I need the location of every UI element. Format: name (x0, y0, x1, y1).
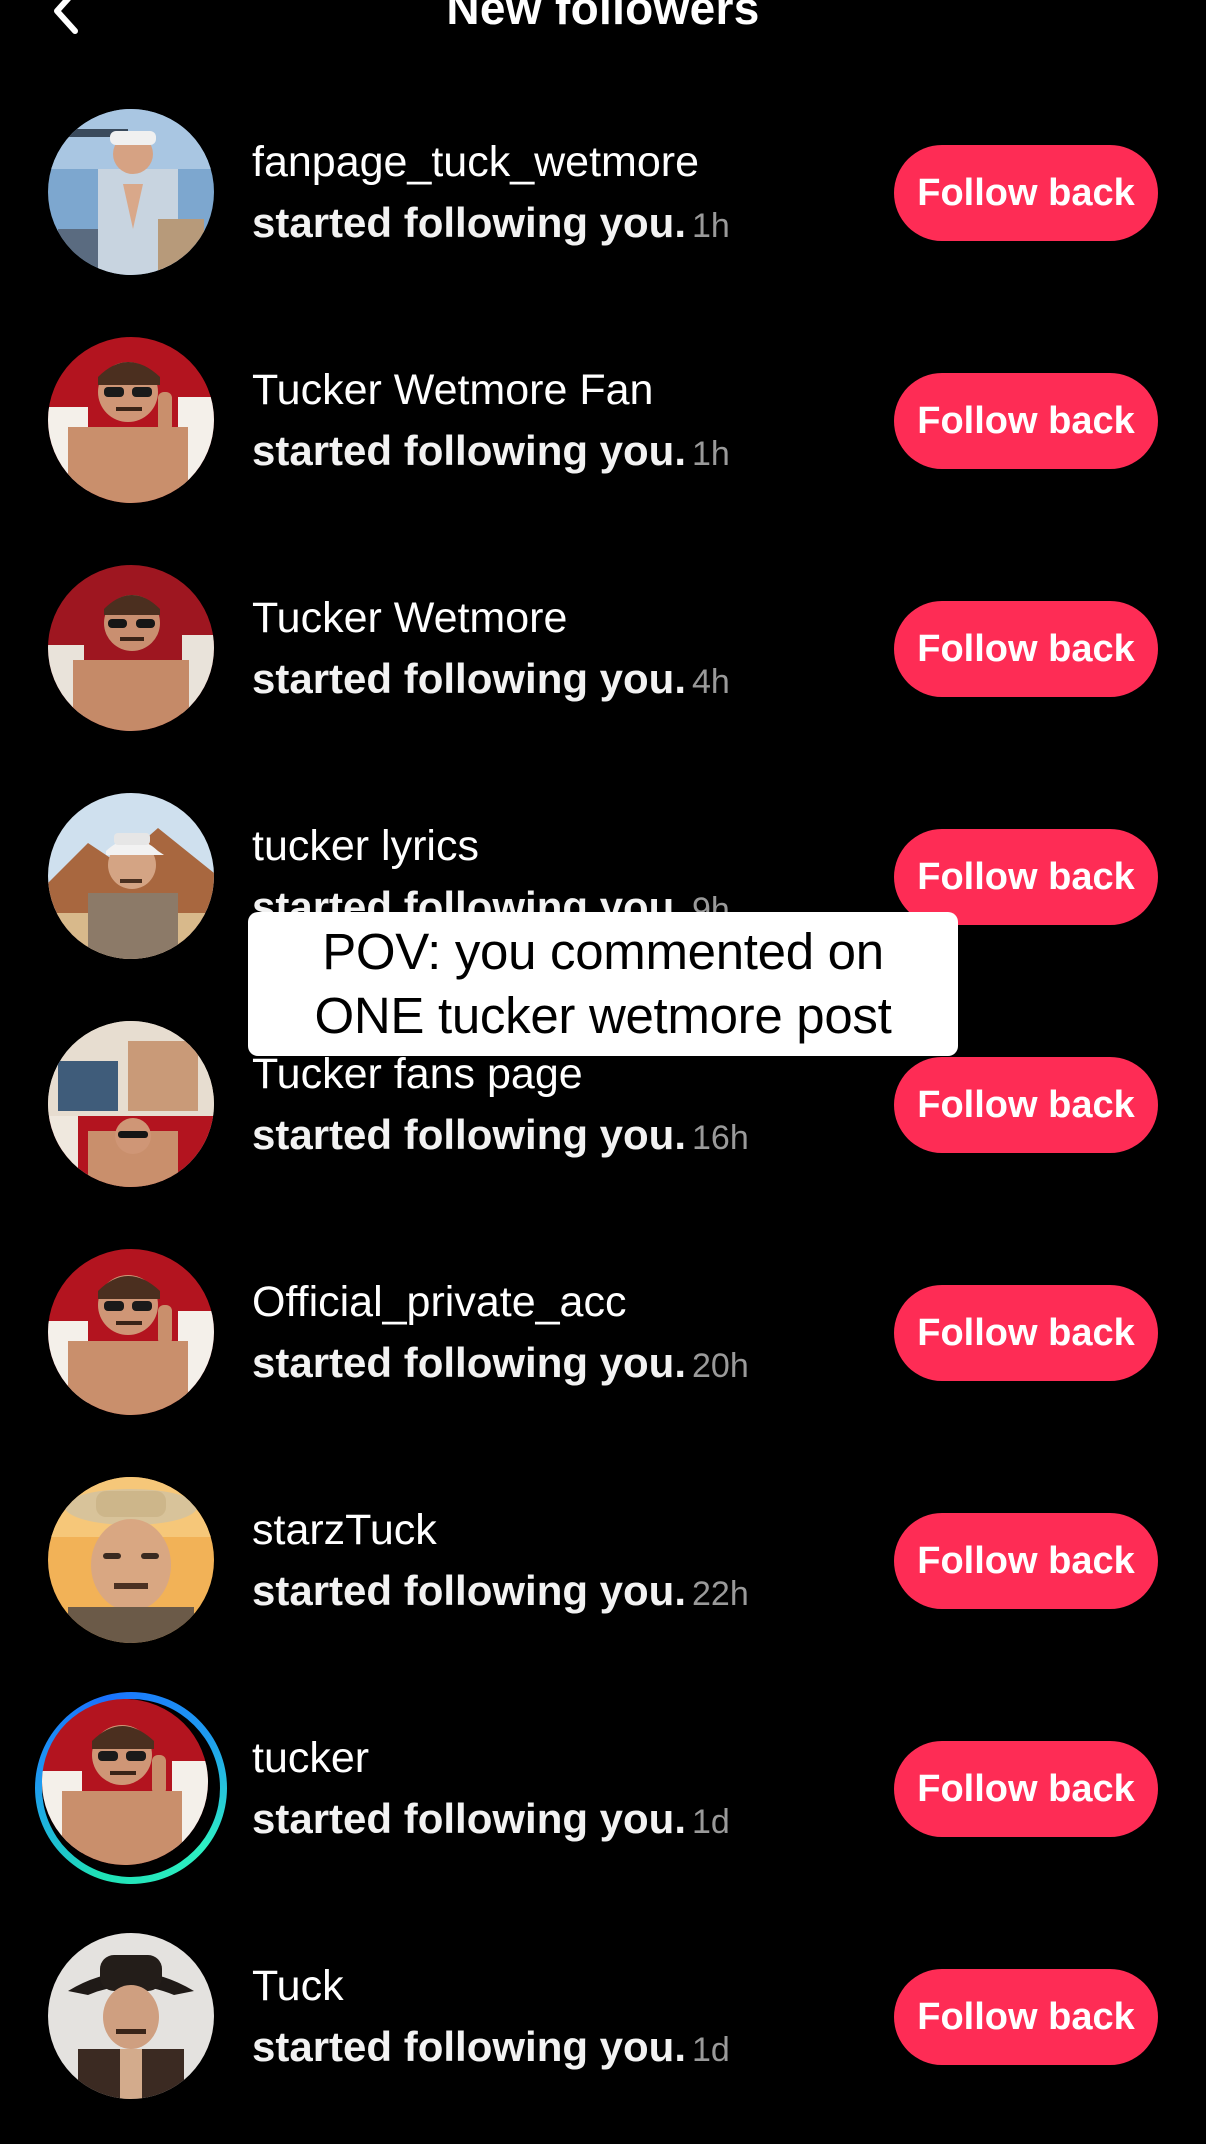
follower-text: tucker started following you. 1d (252, 1733, 872, 1848)
action-text: started following you. (252, 1567, 687, 1614)
avatar-photo (48, 1933, 214, 2099)
action-text: started following you. (252, 1339, 687, 1386)
avatar-photo (48, 1249, 214, 1415)
follow-back-button[interactable]: Follow back (894, 145, 1158, 241)
follower-row[interactable]: Tucker Wetmore Fan started following you… (0, 309, 1206, 537)
follow-time: 20h (692, 1347, 749, 1385)
avatar-photo (48, 1021, 214, 1187)
avatar-photo (48, 565, 214, 731)
action-text: started following you. (252, 1795, 687, 1842)
follower-text: Tucker Wetmore Fan started following you… (252, 365, 872, 480)
story-ring[interactable] (35, 1692, 227, 1884)
follow-time: 1d (692, 1803, 730, 1841)
action-text: started following you. (252, 199, 687, 246)
avatar[interactable] (35, 1692, 227, 1884)
follower-name[interactable]: Tucker fans page (252, 1049, 872, 1099)
follower-action: started following you. 22h (252, 1565, 872, 1620)
follower-action: started following you. 20h (252, 1337, 872, 1392)
follower-name[interactable]: starzTuck (252, 1505, 872, 1555)
follower-text: Tucker Wetmore started following you. 4h (252, 593, 872, 708)
follower-row[interactable]: tucker started following you. 1d Follow b… (0, 1677, 1206, 1905)
follower-name[interactable]: Tuck (252, 1961, 872, 2011)
follow-back-button[interactable]: Follow back (894, 1513, 1158, 1609)
follower-text: Tucker fans page started following you. 1… (252, 1049, 872, 1164)
avatar[interactable] (48, 793, 214, 959)
follower-name[interactable]: fanpage_tuck_wetmore (252, 137, 872, 187)
follower-action: started following you. 16h (252, 1109, 872, 1164)
action-text: started following you. (252, 427, 687, 474)
follow-back-button[interactable]: Follow back (894, 601, 1158, 697)
follower-action: started following you. 1h (252, 425, 872, 480)
follower-row[interactable]: starzTuck started following you. 22h Foll… (0, 1449, 1206, 1677)
follower-name[interactable]: tucker lyrics (252, 821, 872, 871)
avatar[interactable] (48, 1021, 214, 1187)
follow-back-button[interactable]: Follow back (894, 1969, 1158, 2065)
follower-text: Tuck started following you. 1d (252, 1961, 872, 2076)
follow-time: 1h (692, 435, 730, 473)
follow-back-button[interactable]: Follow back (894, 1285, 1158, 1381)
follower-action: started following you. 1h (252, 197, 872, 252)
caption-overlay: POV: you commented on ONE tucker wetmore… (248, 912, 958, 1056)
avatar[interactable] (48, 337, 214, 503)
avatar[interactable] (48, 109, 214, 275)
follow-time: 4h (692, 663, 730, 701)
follow-time: 1h (692, 207, 730, 245)
page-title: New followers (446, 0, 760, 34)
follow-time: 16h (692, 1119, 749, 1157)
avatar[interactable] (48, 1933, 214, 2099)
follow-back-button[interactable]: Follow back (894, 373, 1158, 469)
avatar-photo (48, 1477, 214, 1643)
follower-name[interactable]: tucker (252, 1733, 872, 1783)
avatar[interactable] (48, 1477, 214, 1643)
follow-back-button[interactable]: Follow back (894, 1057, 1158, 1153)
caption-line-1: POV: you commented on (322, 923, 884, 980)
follower-row[interactable]: fanpage_tuck_wetmore started following y… (0, 81, 1206, 309)
follower-text: fanpage_tuck_wetmore started following y… (252, 137, 872, 252)
avatar-photo (48, 337, 214, 503)
follower-action: started following you. 1d (252, 2021, 872, 2076)
follower-text: starzTuck started following you. 22h (252, 1505, 872, 1620)
follower-name[interactable]: Tucker Wetmore Fan (252, 365, 872, 415)
follow-time: 22h (692, 1575, 749, 1613)
follower-name[interactable]: Official_private_acc (252, 1277, 872, 1327)
action-text: started following you. (252, 1111, 687, 1158)
caption-line-2: ONE tucker wetmore post (314, 987, 892, 1044)
action-text: started following you. (252, 2023, 687, 2070)
followers-list: fanpage_tuck_wetmore started following y… (0, 81, 1206, 2133)
avatar-photo (48, 793, 214, 959)
avatar[interactable] (48, 565, 214, 731)
avatar-photo (42, 1699, 208, 1865)
follower-row[interactable]: Tuck started following you. 1d Follow bac… (0, 1905, 1206, 2133)
header-bar: New followers (0, 0, 1206, 60)
follow-back-button[interactable]: Follow back (894, 829, 1158, 925)
follower-row[interactable]: Tucker Wetmore started following you. 4h … (0, 537, 1206, 765)
follower-name[interactable]: Tucker Wetmore (252, 593, 872, 643)
follower-text: Official_private_acc started following y… (252, 1277, 872, 1392)
follower-action: started following you. 4h (252, 653, 872, 708)
avatar[interactable] (48, 1249, 214, 1415)
follow-back-button[interactable]: Follow back (894, 1741, 1158, 1837)
follow-time: 1d (692, 2031, 730, 2069)
follower-row[interactable]: Official_private_acc started following y… (0, 1221, 1206, 1449)
follower-action: started following you. 1d (252, 1793, 872, 1848)
action-text: started following you. (252, 655, 687, 702)
avatar-photo (48, 109, 214, 275)
